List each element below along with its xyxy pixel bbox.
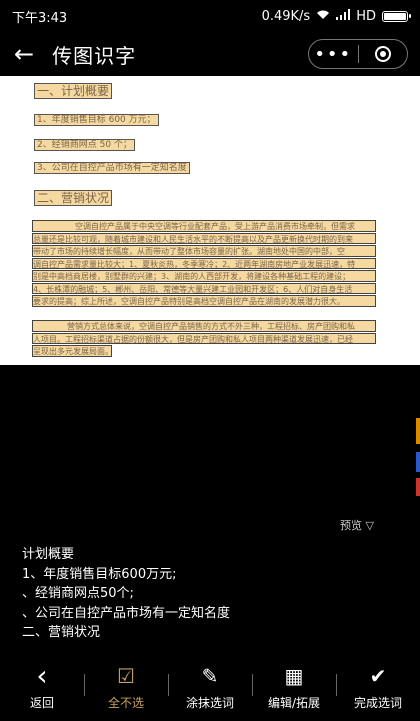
status-icons: 0.49K/s HD [261, 8, 411, 24]
network-type: HD [356, 8, 376, 24]
finish-select-button[interactable]: ✔ 完成选词 [336, 658, 420, 711]
title-bar: ← 传图识字 ••• [0, 32, 420, 76]
status-time: 下午3:43 [12, 10, 68, 26]
document-image[interactable]: 一、计划概要 1、年度销售目标 600 万元； 2、经销商网点 50 个； 3、… [0, 76, 420, 365]
paragraph-2[interactable]: 营销方式总体来说，空调自控产品销售的方式不外三种，工程招标、房产团购和私 人项目… [32, 320, 376, 358]
smear-select-button[interactable]: ✎ 涂抹选词 [168, 658, 252, 711]
status-bar: 下午3:43 0.49K/s HD [0, 0, 420, 32]
back-chevron-icon: ‹ [36, 659, 48, 692]
grid-edit-icon: ▦ [284, 664, 304, 688]
page-title: 传图识字 [52, 43, 137, 68]
bottom-toolbar: ‹ 返回 ☑ 全不选 ✎ 涂抹选词 ▦ 编辑/拓展 ✔ 完成选词 [0, 658, 420, 721]
checkbox-icon: ☑ [117, 664, 135, 688]
network-speed: 0.49K/s [261, 8, 311, 24]
checkmark-icon: ✔ [369, 664, 387, 688]
result-line: 计划概要 [22, 547, 75, 562]
heading-marketing[interactable]: 二、营销状况 [34, 189, 113, 206]
doc-item-3[interactable]: 3、公司在自控产品市场有一定知名度 [34, 160, 190, 174]
more-dots-icon[interactable]: ••• [309, 44, 358, 65]
recognized-text[interactable]: 计划概要 1、年度销售目标600万元; 、经销商网点50个; 、公司在自控产品市… [22, 545, 230, 643]
signal-icon [336, 8, 351, 24]
deselect-all-button[interactable]: ☑ 全不选 [84, 658, 168, 711]
doc-item-1[interactable]: 1、年度销售目标 600 万元； [34, 112, 159, 126]
target-icon[interactable] [359, 46, 408, 62]
result-line: 、公司在自控产品市场有一定知名度 [22, 605, 231, 621]
result-line: 1、年度销售目标600万元; [22, 566, 177, 582]
doc-item-2[interactable]: 2、经销商网点 50 个； [34, 137, 135, 151]
pen-icon: ✎ [201, 664, 219, 688]
edge-marker [416, 452, 420, 472]
edit-extend-button[interactable]: ▦ 编辑/拓展 [252, 658, 336, 711]
battery-icon [382, 10, 411, 22]
mini-program-capsule: ••• [308, 39, 408, 69]
edge-marker [416, 418, 420, 444]
result-line: 、经销商网点50个; [22, 586, 134, 601]
back-arrow-icon[interactable]: ← [14, 42, 34, 66]
preview-toggle[interactable]: 预览 ▽ [340, 517, 374, 533]
edge-marker [416, 478, 420, 496]
result-line: 二、营销状况 [22, 625, 101, 640]
wifi-icon [316, 9, 330, 24]
paragraph-1[interactable]: 空调自控产品属于中央空调等行业配套产品，受上游产品消费市场牵制，但需求 总量还是… [32, 220, 376, 308]
heading-plan[interactable]: 一、计划概要 [34, 82, 113, 99]
back-button[interactable]: ‹ 返回 [0, 658, 84, 711]
